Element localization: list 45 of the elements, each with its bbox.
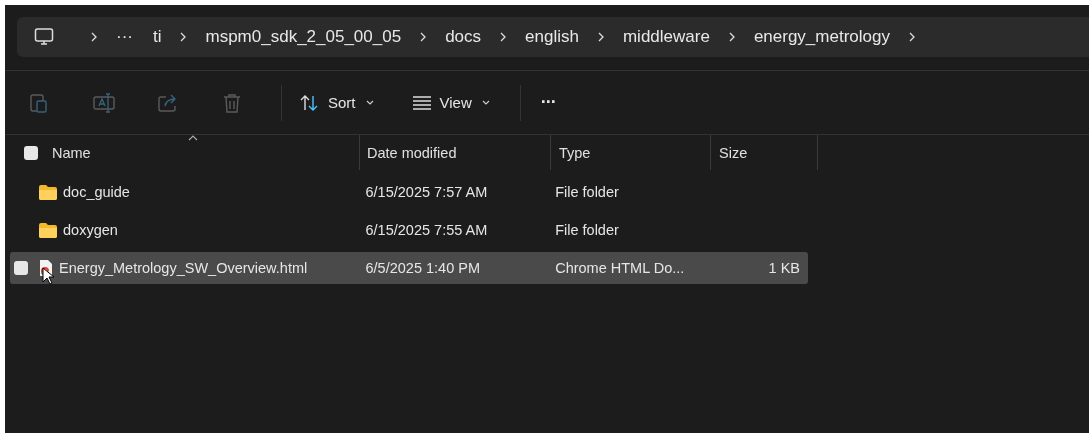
breadcrumb-item[interactable]: middleware	[622, 27, 710, 47]
file-name[interactable]: Energy_Metrology_SW_Overview.html	[59, 260, 308, 276]
breadcrumb-item[interactable]: docs	[445, 27, 482, 47]
sort-button[interactable]: Sort	[292, 84, 382, 121]
mouse-cursor-icon	[42, 267, 54, 285]
chevron-icon	[596, 31, 605, 43]
date-modified: 6/15/2025 7:57 AM	[365, 184, 488, 200]
chevron-icon	[727, 31, 736, 43]
file-size: 1 KB	[768, 260, 800, 276]
column-header[interactable]: Type	[559, 144, 591, 161]
file-row[interactable]: Energy_Metrology_SW_Overview.html 6/5/2025 1:40 PM Chrome HTML Do... 1 KB	[10, 252, 808, 284]
overflow-button[interactable]: ···	[116, 27, 133, 47]
trash-icon	[221, 91, 243, 114]
checkbox[interactable]	[24, 145, 38, 160]
file-type: File folder	[555, 184, 619, 200]
chevron-icon	[90, 31, 98, 43]
chevron-icon	[499, 31, 508, 43]
rename-icon	[93, 91, 115, 114]
caret-icon	[481, 99, 490, 106]
more-button[interactable]: ···	[530, 84, 566, 121]
file-row[interactable]: doxygen 6/15/2025 7:55 AM File folder	[10, 214, 808, 246]
checkbox[interactable]	[14, 261, 28, 275]
view-button[interactable]: View	[403, 84, 498, 121]
file-type: File folder	[555, 222, 619, 238]
sort-caret-icon	[188, 135, 198, 141]
folder-icon	[38, 222, 58, 238]
column-header[interactable]: Size	[719, 144, 748, 161]
file-name[interactable]: doxygen	[63, 222, 118, 238]
chevron-icon	[179, 31, 188, 43]
computer-icon	[34, 27, 54, 47]
date-modified: 6/5/2025 1:40 PM	[365, 260, 480, 276]
folder-icon	[38, 184, 58, 200]
breadcrumb-item[interactable]: ti	[153, 27, 162, 47]
column-header[interactable]: Name	[52, 144, 91, 161]
breadcrumb-item[interactable]: energy_metrology	[753, 27, 890, 47]
caret-icon	[365, 99, 374, 106]
breadcrumb-item[interactable]: mspm0_sdk_2_05_00_05	[205, 27, 402, 47]
breadcrumb-item[interactable]: english	[525, 27, 579, 47]
file-row[interactable]: doc_guide 6/15/2025 7:57 AM File folder	[10, 176, 808, 208]
chevron-icon	[907, 31, 916, 43]
file-name[interactable]: doc_guide	[63, 184, 130, 200]
column-header[interactable]: Date modified	[367, 144, 457, 161]
chevron-icon	[419, 31, 428, 43]
date-modified: 6/15/2025 7:55 AM	[365, 222, 488, 238]
file-type: Chrome HTML Do...	[555, 260, 685, 276]
